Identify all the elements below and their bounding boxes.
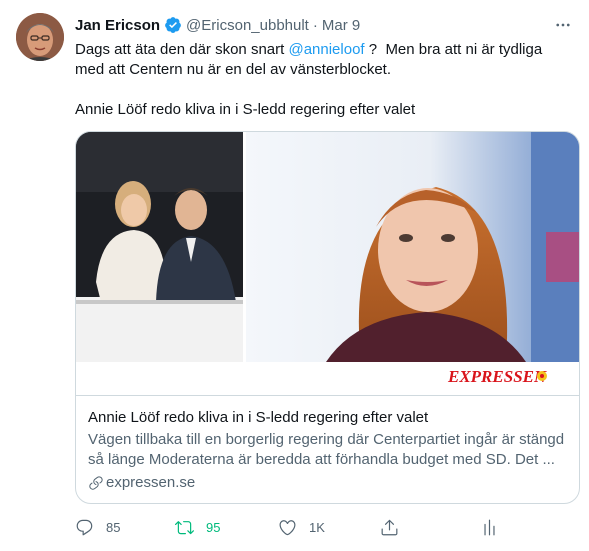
retweet-icon bbox=[175, 520, 194, 534]
card-meta[interactable]: Annie Lööf redo kliva in i S-ledd regeri… bbox=[76, 395, 579, 503]
tweet-actions: 85 95 1K bbox=[75, 514, 505, 540]
tweet-text-before-mention: Dags att äta den där skon snart bbox=[75, 41, 289, 58]
card-description: Vägen tillbaka till en borgerlig regerin… bbox=[88, 431, 565, 468]
card-domain-text[interactable]: expressen.se bbox=[106, 473, 195, 493]
avatar[interactable] bbox=[16, 13, 64, 61]
analytics-icon bbox=[484, 519, 495, 535]
analytics-button[interactable] bbox=[480, 514, 499, 540]
more-icon[interactable] bbox=[553, 15, 573, 35]
link-icon bbox=[89, 476, 103, 490]
share-button[interactable] bbox=[380, 514, 399, 540]
author-handle[interactable]: @Ericson_ubbhult bbox=[186, 17, 309, 34]
tweet-header: Jan Ericson @Ericson_ubbhult · Mar 9 bbox=[75, 15, 573, 35]
tweet-text-second-paragraph: Annie Lööf redo kliva in i S-ledd regeri… bbox=[75, 101, 416, 118]
avatar-image bbox=[16, 13, 64, 61]
card-title: Annie Lööf redo kliva in i S-ledd regeri… bbox=[88, 409, 429, 426]
card-image[interactable]: EXPRESSEN bbox=[76, 132, 579, 395]
verified-badge-icon bbox=[164, 16, 182, 34]
heart-icon bbox=[279, 519, 296, 535]
retweet-button[interactable]: 95 bbox=[175, 514, 220, 540]
tweet-date[interactable]: Mar 9 bbox=[322, 17, 360, 34]
share-icon bbox=[381, 519, 398, 535]
reply-button[interactable]: 85 bbox=[75, 514, 120, 540]
link-card[interactable]: EXPRESSEN Annie Lööf redo kliva in i S-l… bbox=[75, 131, 580, 504]
tweet-text: Dags att äta den där skon snart @annielo… bbox=[75, 40, 575, 120]
expressen-logo: EXPRESSEN bbox=[447, 367, 547, 386]
tweet[interactable]: Jan Ericson @Ericson_ubbhult · Mar 9 Dag… bbox=[0, 0, 589, 551]
reply-icon bbox=[76, 519, 93, 535]
author-name[interactable]: Jan Ericson bbox=[75, 17, 160, 34]
tweet-text-paragraph: Dags att äta den där skon snart @annielo… bbox=[75, 40, 575, 80]
separator: · bbox=[312, 16, 318, 34]
card-photo-collage: EXPRESSEN bbox=[76, 132, 579, 395]
card-domain: expressen.se bbox=[88, 473, 569, 493]
like-button[interactable]: 1K bbox=[278, 514, 325, 540]
mention-link[interactable]: @annieloof bbox=[288, 41, 364, 58]
reply-count: 85 bbox=[106, 519, 121, 535]
like-count: 1K bbox=[309, 519, 325, 535]
retweet-count: 95 bbox=[206, 519, 221, 535]
